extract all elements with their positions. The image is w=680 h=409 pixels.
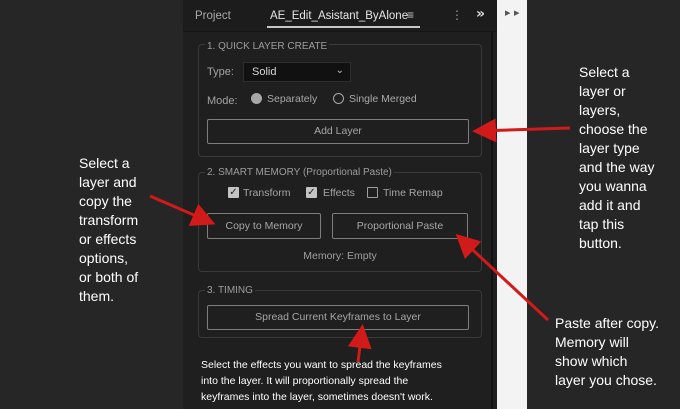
annotation-timing-instructions: Select the effects you want to spread th… xyxy=(201,359,442,403)
type-label: Type: xyxy=(207,66,234,78)
checkbox-time-remap-label: Time Remap xyxy=(383,187,443,199)
panel-header: Project AE_Edit_Asistant_ByAlone ≡ ⋮ » xyxy=(183,0,497,32)
checkbox-effects-label: Effects xyxy=(323,187,355,199)
tab-project[interactable]: Project xyxy=(195,10,231,22)
memory-status: Memory: Empty xyxy=(303,250,377,262)
chevron-down-icon: ⌄ xyxy=(335,65,344,76)
timing-title: 3. TIMING xyxy=(205,285,255,296)
layer-type-select[interactable]: Solid ⌄ xyxy=(243,62,351,82)
quick-layer-title: 1. QUICK LAYER CREATE xyxy=(205,41,330,52)
annotation-copy-instructions: Select a layer and copy the transform or… xyxy=(79,155,139,304)
checkbox-transform-label: Transform xyxy=(243,187,291,199)
active-tab-indicator xyxy=(267,26,420,28)
radio-separately[interactable] xyxy=(251,93,262,104)
panel-divider xyxy=(491,32,493,409)
checkbox-transform[interactable]: ✓ xyxy=(228,187,239,198)
add-layer-button[interactable]: Add Layer xyxy=(207,119,469,144)
smart-memory-title: 2. SMART MEMORY (Proportional Paste) xyxy=(205,167,394,178)
double-chevron-right-icon[interactable]: » xyxy=(476,6,485,22)
hamburger-menu-icon[interactable]: ≡ xyxy=(407,8,414,22)
radio-single-merged-label: Single Merged xyxy=(349,93,417,105)
spread-keyframes-button[interactable]: Spread Current Keyframes to Layer xyxy=(207,305,469,330)
checkbox-time-remap[interactable] xyxy=(367,187,378,198)
checkbox-effects[interactable]: ✓ xyxy=(306,187,317,198)
proportional-paste-button[interactable]: Proportional Paste xyxy=(332,213,468,239)
adjacent-panel-strip xyxy=(497,0,527,409)
layer-type-value: Solid xyxy=(252,66,277,78)
annotation-paste-instructions: Paste after copy. Memory will show which… xyxy=(555,315,660,388)
copy-to-memory-button[interactable]: Copy to Memory xyxy=(207,213,321,239)
annotation-add-layer-instructions: Select a layer or layers, choose the lay… xyxy=(579,64,655,251)
collapse-arrows-icon[interactable]: ▸ ▸ xyxy=(505,6,520,19)
vertical-ellipsis-icon[interactable]: ⋮ xyxy=(451,8,463,22)
extension-panel: Project AE_Edit_Asistant_ByAlone ≡ ⋮ » 1… xyxy=(183,0,497,409)
radio-single-merged[interactable] xyxy=(333,93,344,104)
tab-extension[interactable]: AE_Edit_Asistant_ByAlone xyxy=(270,10,408,22)
mode-label: Mode: xyxy=(207,95,238,107)
radio-separately-label: Separately xyxy=(267,93,318,105)
